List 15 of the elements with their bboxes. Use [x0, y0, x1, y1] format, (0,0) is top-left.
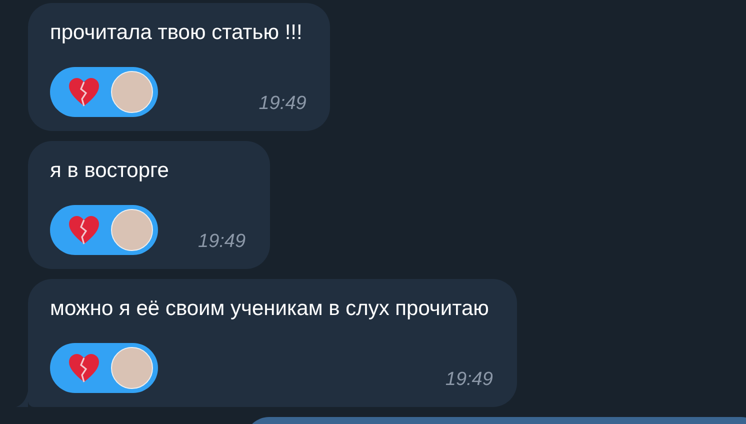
message-time: 19:49: [198, 231, 246, 253]
avatar: [111, 71, 153, 113]
reaction-chip[interactable]: [50, 67, 158, 117]
broken-heart-icon: [68, 215, 100, 245]
reaction-chip[interactable]: [50, 205, 158, 255]
message-text: можно я её своим ученикам в слух прочитаю: [50, 297, 490, 321]
broken-heart-icon: [68, 77, 100, 107]
message-text: прочитала твою статью !!!: [50, 21, 304, 45]
avatar: [111, 347, 153, 389]
message-time: 19:49: [445, 369, 493, 391]
message-time: 19:49: [258, 93, 306, 115]
broken-heart-icon: [68, 353, 100, 383]
message-text: я в восторге: [50, 159, 170, 183]
avatar: [111, 209, 153, 251]
reaction-chip[interactable]: [50, 343, 158, 393]
